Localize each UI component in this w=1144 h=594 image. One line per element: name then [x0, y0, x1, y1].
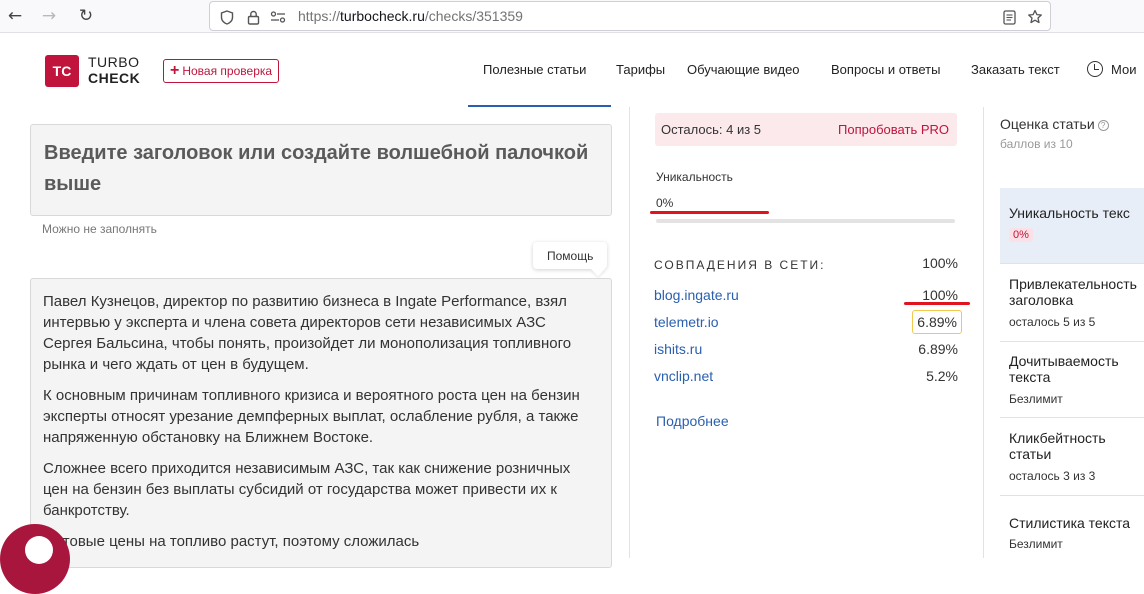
- logo-mark[interactable]: TC: [45, 55, 79, 87]
- forward-arrow-icon[interactable]: →: [37, 4, 61, 28]
- matches-total: 100%: [922, 255, 958, 271]
- match-row: blog.ingate.ru 100%: [654, 287, 958, 311]
- metric-badge: 0%: [1009, 228, 1033, 242]
- history-clock-icon[interactable]: [1087, 61, 1103, 77]
- match-row: telemetr.io 6.89%: [654, 310, 962, 338]
- nav-faq[interactable]: Вопросы и ответы: [831, 62, 940, 77]
- metric-title-line2: текста: [1009, 369, 1051, 385]
- metric-title-line2: заголовка: [1009, 292, 1074, 308]
- metric-title: Привлекательность: [1009, 276, 1137, 292]
- reader-view-icon[interactable]: [1001, 9, 1017, 25]
- nav-my-checks[interactable]: Мои: [1111, 62, 1136, 77]
- metric-title-line2: статьи: [1009, 446, 1052, 462]
- browser-toolbar: ← → ↻ https://turbocheck.ru/checks/35135…: [0, 0, 1144, 33]
- bookmark-star-icon[interactable]: [1027, 9, 1043, 25]
- metric-headline-attractiveness[interactable]: Привлекательность заголовка осталось 5 и…: [1000, 264, 1144, 342]
- annotation-underline: [904, 302, 970, 305]
- metric-uniqueness[interactable]: Уникальность текс 0%: [1000, 188, 1144, 264]
- matches-title: СОВПАДЕНИЯ В СЕТИ:: [654, 258, 826, 272]
- lock-icon[interactable]: [245, 9, 261, 25]
- match-percent: 6.89%: [918, 341, 958, 357]
- url-scheme: https://: [298, 8, 341, 24]
- metric-title: Кликбейтность: [1009, 430, 1106, 446]
- back-arrow-icon[interactable]: ←: [3, 4, 27, 28]
- chat-widget-button[interactable]: [0, 524, 70, 594]
- text-paragraph: Павел Кузнецов, директор по развитию биз…: [43, 293, 572, 373]
- metric-sub: Безлимит: [1009, 537, 1063, 551]
- article-text-area[interactable]: Павел Кузнецов, директор по развитию биз…: [30, 278, 612, 568]
- match-row: ishits.ru 6.89%: [654, 341, 958, 365]
- metric-title: Дочитываемость: [1009, 353, 1119, 369]
- metric-clickbait[interactable]: Кликбейтность статьи осталось 3 из 3: [1000, 418, 1144, 496]
- uniqueness-value: 0%: [656, 196, 674, 210]
- help-button[interactable]: Помощь: [533, 242, 608, 269]
- text-paragraph: Оптовые цены на топливо растут, поэтому …: [43, 533, 420, 550]
- metric-style[interactable]: Стилистика текста Безлимит: [1000, 496, 1144, 558]
- new-check-button[interactable]: + Новая проверка: [163, 59, 280, 83]
- match-percent: 5.2%: [926, 368, 958, 384]
- score-title: Оценка статьи?: [1000, 116, 1109, 132]
- metric-readability[interactable]: Дочитываемость текста Безлимит: [1000, 342, 1144, 418]
- match-host-link[interactable]: blog.ingate.ru: [654, 287, 739, 303]
- metric-title: Стилистика текста: [1009, 515, 1131, 531]
- info-icon[interactable]: ?: [1097, 120, 1109, 131]
- annotation-underline: [650, 211, 769, 214]
- uniqueness-progress-bar: [656, 219, 955, 223]
- match-row: vnclip.net 5.2%: [654, 368, 958, 392]
- url-text[interactable]: https://turbocheck.ru/checks/351359: [298, 8, 523, 24]
- limit-banner: Осталось: 4 из 5 Попробовать PRO: [655, 113, 957, 146]
- url-host: turbocheck.ru: [340, 8, 425, 24]
- url-path: /checks/351359: [424, 8, 523, 24]
- nav-training-video[interactable]: Обучающие видео: [687, 62, 800, 77]
- uniqueness-label: Уникальность: [656, 170, 733, 184]
- match-percent-highlighted: 6.89%: [912, 310, 962, 334]
- title-hint: Можно не заполнять: [42, 222, 157, 236]
- text-paragraph: К основным причинам топливного кризиса и…: [43, 387, 580, 446]
- nav-tariffs[interactable]: Тарифы: [616, 62, 665, 77]
- metric-sub: осталось 5 из 5: [1009, 315, 1096, 329]
- column-divider: [983, 107, 984, 558]
- match-host-link[interactable]: vnclip.net: [654, 368, 713, 384]
- title-placeholder: Введите заголовок или создайте волшебной…: [44, 142, 589, 195]
- nav-order-text[interactable]: Заказать текст: [971, 62, 1060, 77]
- site-header: TC TURBO CHECK + Новая проверка Полезные…: [0, 34, 1144, 106]
- more-details-link[interactable]: Подробнее: [656, 413, 729, 429]
- metric-sub: Безлимит: [1009, 392, 1063, 406]
- logo-text-turbo[interactable]: TURBO: [88, 54, 140, 70]
- metric-title: Уникальность текс: [1009, 205, 1130, 221]
- match-host-link[interactable]: ishits.ru: [654, 341, 702, 357]
- text-paragraph: Сложнее всего приходится независимым АЗС…: [43, 460, 571, 519]
- active-tab-indicator: [468, 105, 611, 107]
- nav-useful-articles[interactable]: Полезные статьи: [483, 62, 586, 77]
- match-host-link[interactable]: telemetr.io: [654, 314, 719, 330]
- plus-icon: +: [170, 62, 180, 79]
- address-bar[interactable]: https://turbocheck.ru/checks/351359: [209, 1, 1051, 31]
- reload-icon[interactable]: ↻: [74, 4, 98, 28]
- try-pro-link[interactable]: Попробовать PRO: [838, 122, 949, 137]
- score-subtitle: баллов из 10: [1000, 137, 1073, 151]
- match-percent: 100%: [922, 287, 958, 303]
- column-divider: [629, 107, 630, 558]
- site-permissions-icon[interactable]: [270, 9, 286, 25]
- shield-icon[interactable]: [219, 9, 235, 25]
- limit-text: Осталось: 4 из 5: [661, 122, 762, 137]
- article-title-input[interactable]: Введите заголовок или создайте волшебной…: [30, 124, 612, 216]
- metric-sub: осталось 3 из 3: [1009, 469, 1096, 483]
- score-title-text: Оценка статьи: [1000, 116, 1095, 132]
- new-check-label: Новая проверка: [182, 64, 273, 78]
- logo-text-check[interactable]: CHECK: [88, 70, 140, 86]
